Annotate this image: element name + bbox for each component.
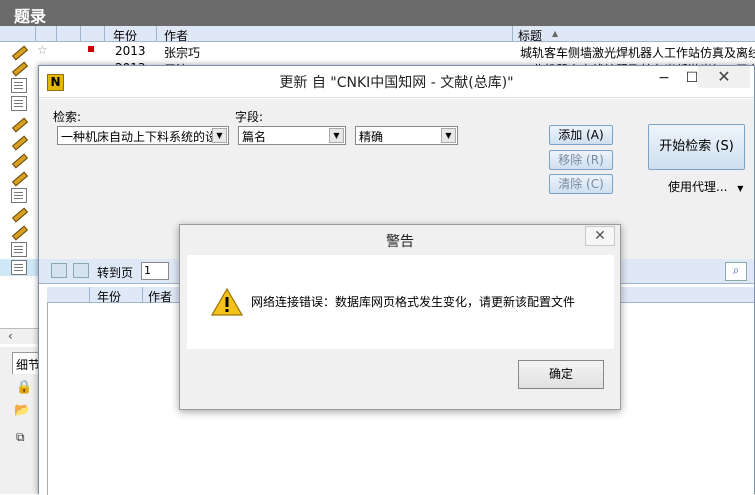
row-title: 城轨客车侧墙激光焊机器人工作站仿真及离线 [520,46,755,60]
dialog-body: 网络连接错误：数据库网页格式发生变化，请更新该配置文件 [187,255,614,349]
chevron-down-icon[interactable]: ▼ [441,128,456,143]
document-icon [11,78,27,93]
dialog-message: 网络连接错误：数据库网页格式发生变化，请更新该配置文件 [251,295,576,309]
field-label: 字段: [235,110,264,124]
scroll-left-icon[interactable]: ‹ [8,329,13,343]
warning-icon [211,288,243,316]
col-author-header[interactable]: 作者 [148,288,172,305]
document-icon [11,242,27,257]
pen-icon [11,170,27,185]
close-button[interactable]: ✕ [698,66,750,88]
search-label: 检索: [53,110,82,124]
add-button[interactable]: 添加 (A) [549,125,613,145]
search-clear-icon[interactable]: ⌕ [725,262,747,281]
document-icon [11,260,27,275]
page-input[interactable]: 1 [141,262,169,280]
col-year-header[interactable]: 年份 [113,27,137,44]
proxy-label: 使用代理... [668,180,728,194]
pen-icon [11,44,27,59]
lock-icon[interactable]: 🔒 [16,380,32,395]
field-value: 篇名 [242,130,267,144]
remove-button[interactable]: 移除 (R) [549,150,613,170]
update-window-titlebar: N 更新 自 "CNKI中国知网 - 文献(总库)" − ☐ ✕ [39,66,754,98]
flag-icon [88,46,94,52]
pen-icon [11,206,27,221]
col-year-header[interactable]: 年份 [97,288,121,305]
app-title: 题录 [0,0,755,26]
folder-open-icon[interactable]: 📂 [14,403,30,418]
proxy-menu[interactable]: 使用代理... ▼ [668,178,743,195]
document-icon [11,96,27,111]
next-page-icon[interactable] [73,263,89,278]
match-value: 精确 [359,130,384,144]
pen-icon [11,224,27,239]
row-year: 2013 [115,44,146,58]
star-icon[interactable]: ☆ [37,43,48,57]
dialog-close-button[interactable]: ✕ [585,226,615,246]
table-row[interactable]: ☆ 2013 张宗巧 城轨客车侧墙激光焊机器人工作站仿真及离线 [0,43,755,60]
horizontal-scrollbar[interactable]: ‹ [0,328,38,344]
row-author: 张宗巧 [164,46,201,60]
bg-table-header: 年份 作者 标题 ▲ [0,26,755,44]
update-window-title: 更新 自 "CNKI中国知网 - 文献(总库)" [279,75,514,91]
pen-icon [11,134,27,149]
prev-page-icon[interactable] [51,263,67,278]
clear-button[interactable]: 清除 (C) [549,174,613,194]
sort-asc-icon: ▲ [552,29,559,38]
pen-icon [11,116,27,131]
chevron-down-icon: ▼ [737,184,744,193]
col-author-header[interactable]: 作者 [164,27,188,44]
selected-row[interactable] [0,259,38,276]
col-title-header[interactable]: 标题 [518,27,542,44]
goto-page-label: 转到页 [97,266,134,280]
results-divider [47,303,48,495]
query-value: 一种机床自动上下料系统的设 [61,130,218,144]
match-select[interactable]: 精确 ▼ [355,126,458,145]
dialog-title: 警告 [386,234,414,250]
query-combo[interactable]: 一种机床自动上下料系统的设 ▼ [57,126,229,145]
ok-button[interactable]: 确定 [518,360,604,389]
warning-dialog: 警告 ✕ 网络连接错误：数据库网页格式发生变化，请更新该配置文件 确定 [179,224,621,410]
copy-icon[interactable]: ⧉ [16,430,25,445]
pen-icon [11,60,27,75]
start-search-button[interactable]: 开始检索 (S) [648,124,745,170]
chevron-down-icon[interactable]: ▼ [329,128,344,143]
document-icon [11,188,27,203]
pen-icon [11,152,27,167]
minimize-button[interactable]: − [651,70,677,90]
chevron-down-icon[interactable]: ▼ [212,128,227,143]
field-select[interactable]: 篇名 ▼ [238,126,346,145]
